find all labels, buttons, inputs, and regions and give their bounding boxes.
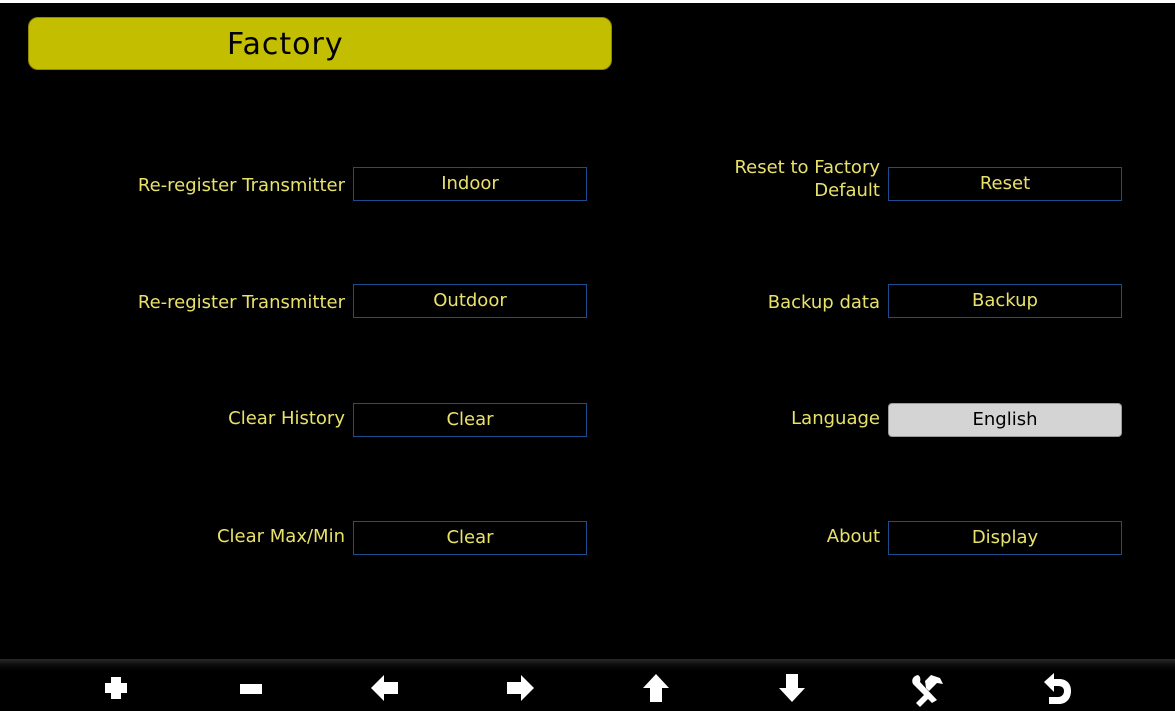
label-reset-factory-line2: Default — [814, 180, 880, 201]
arrow-right-icon — [507, 675, 534, 701]
label-backup-data: Backup data — [767, 292, 880, 313]
reset-button[interactable]: Reset — [888, 167, 1122, 201]
return-button[interactable] — [1027, 663, 1087, 709]
backup-button[interactable]: Backup — [888, 284, 1122, 318]
label-clear-max-min: Clear Max/Min — [216, 526, 345, 547]
clear-history-button[interactable]: Clear — [353, 403, 587, 437]
label-reregister-outdoor: Re-register Transmitter — [137, 292, 345, 313]
language-select[interactable]: English — [888, 403, 1122, 437]
left-button[interactable] — [355, 663, 415, 709]
title-bar: Factory — [28, 17, 612, 70]
arrow-left-icon — [371, 675, 398, 701]
bottom-toolbar — [0, 659, 1175, 711]
label-reregister-indoor: Re-register Transmitter — [137, 175, 345, 196]
right-button[interactable] — [490, 663, 550, 709]
label-language: Language — [791, 408, 880, 429]
label-clear-history: Clear History — [228, 408, 345, 429]
label-reset-factory-line1: Reset to Factory — [734, 157, 880, 178]
plus-icon — [105, 677, 127, 699]
minus-icon — [240, 684, 262, 694]
arrow-down-icon — [779, 674, 805, 702]
factory-screen: Factory Re-register Transmitter Indoor R… — [0, 3, 1175, 711]
plus-button[interactable] — [86, 663, 146, 709]
indoor-button[interactable]: Indoor — [353, 167, 587, 201]
settings-button[interactable] — [895, 663, 955, 709]
display-button[interactable]: Display — [888, 521, 1122, 555]
arrow-up-icon — [643, 674, 669, 702]
tools-icon — [912, 675, 943, 707]
page-title: Factory — [227, 27, 344, 62]
outdoor-button[interactable]: Outdoor — [353, 284, 587, 318]
minus-button[interactable] — [221, 663, 281, 709]
clear-max-min-button[interactable]: Clear — [353, 521, 587, 555]
return-icon — [1044, 673, 1071, 704]
down-button[interactable] — [762, 663, 822, 709]
label-about: About — [826, 526, 880, 547]
up-button[interactable] — [626, 663, 686, 709]
